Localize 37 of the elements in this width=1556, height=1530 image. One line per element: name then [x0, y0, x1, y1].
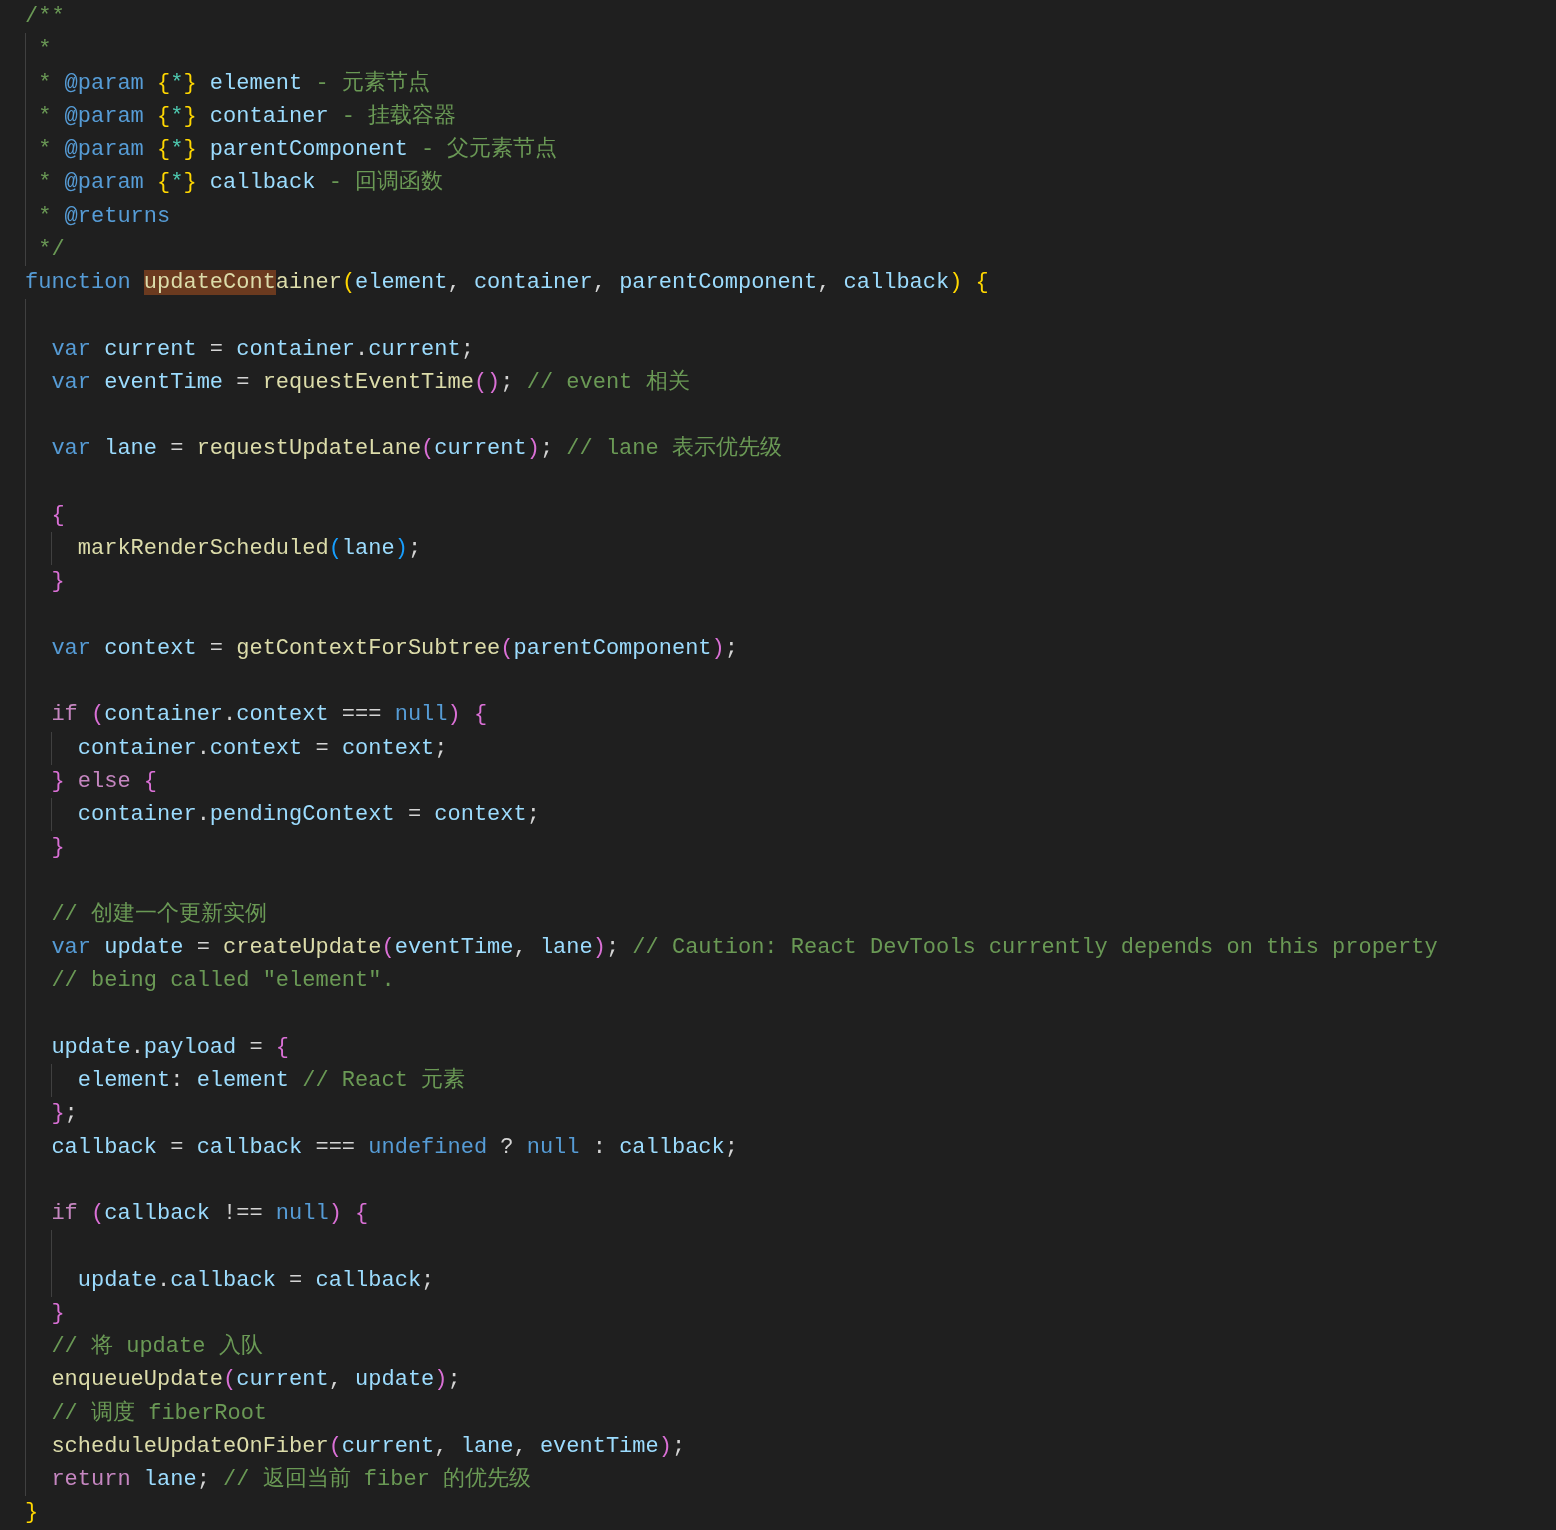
code-line: container.pendingContext = context;	[76, 801, 540, 829]
code-line: *	[37, 36, 52, 65]
code-line: */	[37, 235, 65, 264]
code-line: * @param {*} element - 元素节点	[37, 69, 430, 98]
code-line: callback = callback === undefined ? null : callback;	[50, 1133, 738, 1162]
code-line: update.callback = callback;	[76, 1266, 435, 1295]
code-line: };	[50, 1100, 78, 1129]
code-line: }	[50, 568, 65, 597]
code-line: * @param {*} parentComponent - 父元素节点	[37, 135, 558, 164]
code-line: }	[25, 1499, 39, 1528]
code-line: /**	[25, 3, 65, 31]
code-line: scheduleUpdateOnFiber(current, lane, eventTime);	[50, 1432, 686, 1461]
code-line: update.payload = {	[50, 1033, 290, 1062]
code-line: function updateContainer(element, container, parentComponent, callback) {	[25, 269, 989, 297]
code-line: * @param {*} callback - 回调函数	[37, 169, 444, 198]
code-line: }	[50, 834, 65, 863]
code-line: var eventTime = requestEventTime(); // event 相关	[50, 368, 690, 397]
code-line: // 将 update 入队	[50, 1333, 263, 1361]
code-line: if (container.context === null) {	[50, 701, 488, 730]
code-line: markRenderScheduled(lane);	[76, 535, 422, 563]
code-line: {	[50, 501, 65, 530]
code-line: element: element // React 元素	[76, 1066, 466, 1095]
code-line: // being called "element".	[50, 967, 395, 996]
code-line: }	[50, 1299, 65, 1328]
code-line: // 创建一个更新实例	[50, 900, 267, 929]
code-line: * @returns	[37, 202, 171, 231]
code-line: // 调度 fiberRoot	[50, 1399, 268, 1428]
code-line: return lane; // 返回当前 fiber 的优先级	[50, 1466, 532, 1494]
code-line: if (callback !== null) {	[50, 1200, 369, 1228]
code-line: var context = getContextForSubtree(parentComponent);	[50, 634, 738, 663]
code-line: container.context = context;	[76, 734, 448, 763]
code-line: enqueueUpdate(current, update);	[50, 1366, 461, 1395]
code-line: var update = createUpdate(eventTime, lane); // Caution: React DevTools currently depends on this property	[50, 934, 1438, 962]
code-line: } else {	[50, 767, 158, 796]
code-line: * @param {*} container - 挂载容器	[37, 102, 457, 131]
code-line: var current = container.current;	[50, 335, 474, 364]
code-line: var lane = requestUpdateLane(current); // lane 表示优先级	[50, 435, 782, 464]
